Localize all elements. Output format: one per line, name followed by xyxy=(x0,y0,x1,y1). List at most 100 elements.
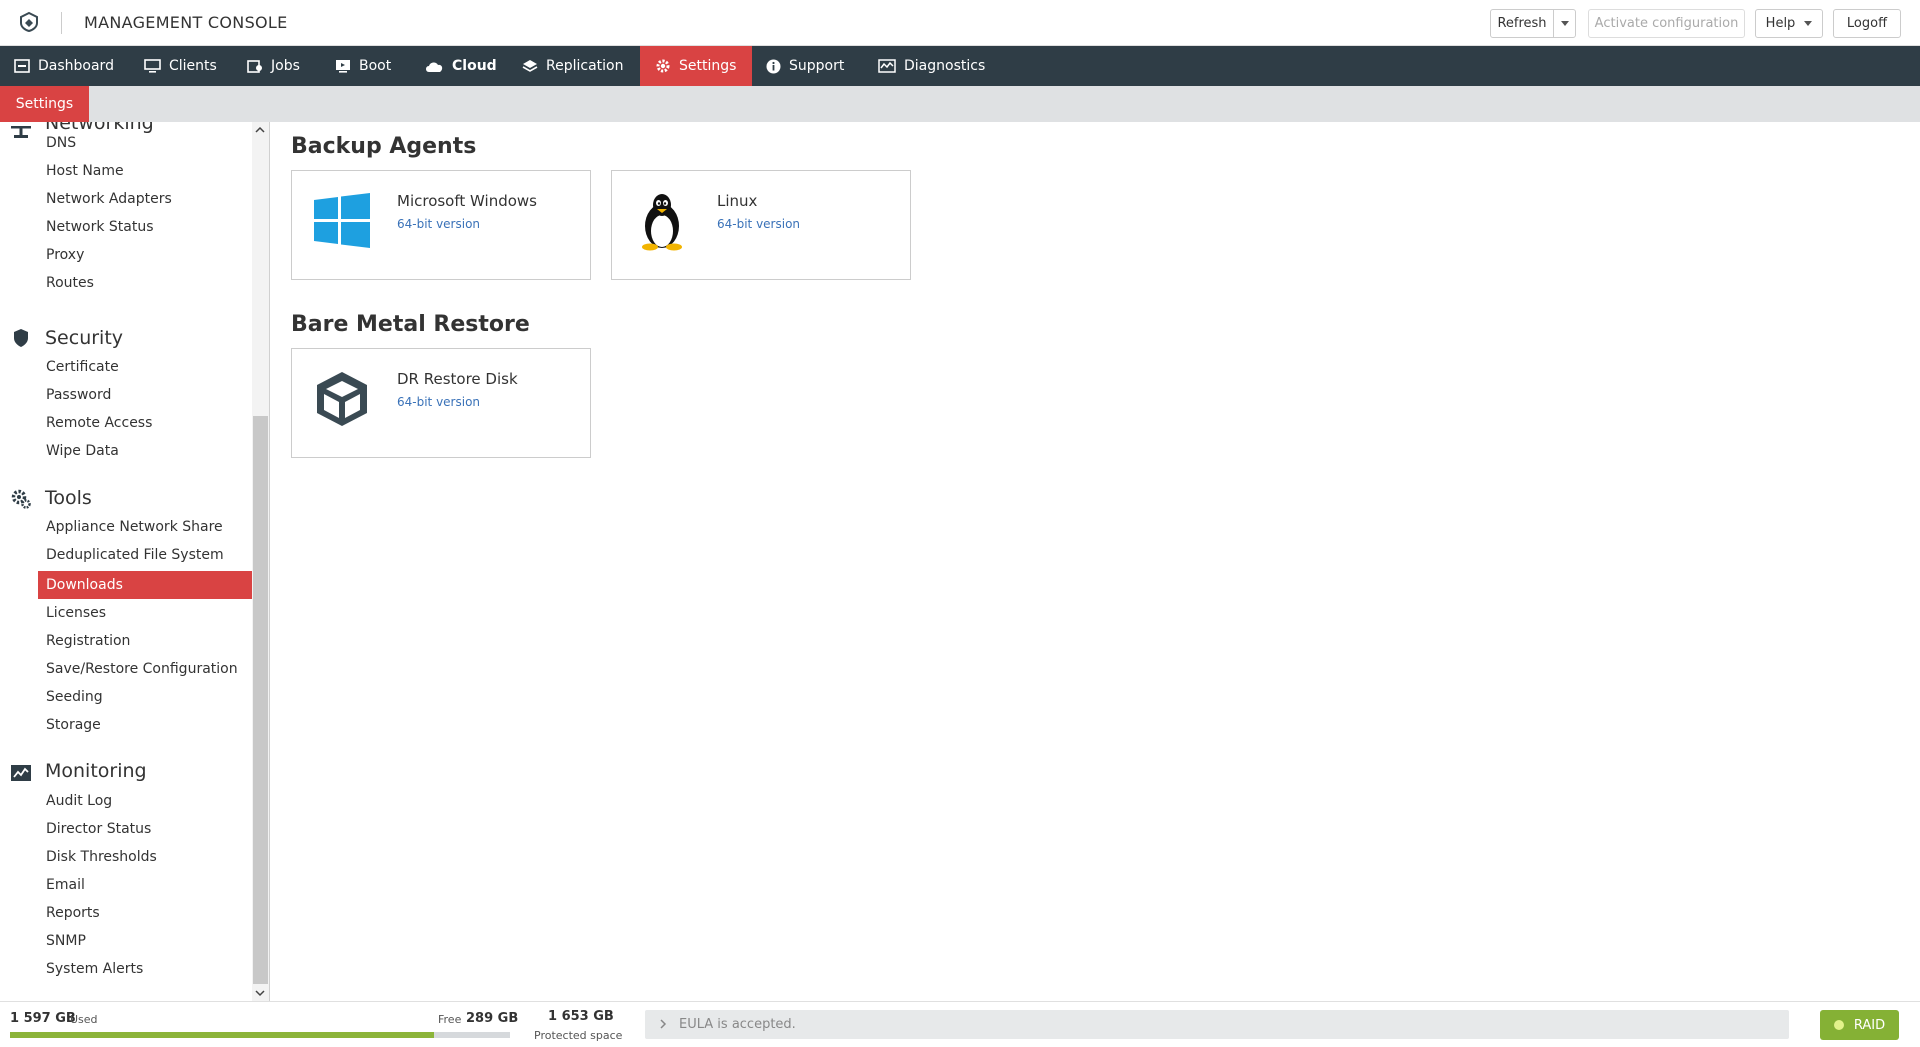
chevron-down-icon xyxy=(1560,21,1569,26)
eula-status-bar[interactable]: EULA is accepted. xyxy=(645,1010,1789,1039)
monitoring-chart-icon xyxy=(11,765,31,781)
sidebar-item-reports[interactable]: Reports xyxy=(38,899,253,927)
section-title-monitoring: Monitoring xyxy=(45,760,147,782)
status-dot-icon xyxy=(1833,1020,1844,1030)
sidebar-item-seeding[interactable]: Seeding xyxy=(38,683,253,711)
nav-label: Replication xyxy=(546,58,624,74)
settings-sidebar: Networking DNS Host Name Network Adapter… xyxy=(0,122,270,1001)
logo-separator xyxy=(61,12,62,34)
sidebar-item-host-name[interactable]: Host Name xyxy=(38,157,253,185)
dashboard-icon xyxy=(14,59,30,73)
sidebar-item-network-adapters[interactable]: Network Adapters xyxy=(38,185,253,213)
sidebar-item-system-alerts[interactable]: System Alerts xyxy=(38,955,253,983)
raid-label: RAID xyxy=(1853,1017,1886,1033)
activate-configuration-button[interactable]: Activate configuration xyxy=(1588,9,1745,38)
sidebar-item-proxy[interactable]: Proxy xyxy=(38,241,253,269)
nav-replication[interactable]: Replication xyxy=(508,46,636,86)
cloud-icon xyxy=(426,61,443,72)
network-icon xyxy=(11,126,31,138)
sidebar-item-appliance-network-share[interactable]: Appliance Network Share xyxy=(38,513,253,541)
info-icon xyxy=(766,59,781,73)
card-title: DR Restore Disk xyxy=(397,370,518,388)
chevron-down-icon xyxy=(1804,21,1813,26)
sidebar-item-email[interactable]: Email xyxy=(38,871,253,899)
diagnostics-icon xyxy=(878,59,896,73)
box-icon xyxy=(317,372,367,426)
nav-label: Dashboard xyxy=(38,58,114,74)
scroll-down-icon[interactable] xyxy=(255,988,265,998)
section-title-security: Security xyxy=(45,327,124,349)
monitor-icon xyxy=(144,59,161,73)
nav-dashboard[interactable]: Dashboard xyxy=(0,46,126,86)
status-footer: 1 597 GB Used Free 289 GB 1 653 GB Prote… xyxy=(0,1001,1920,1047)
refresh-dropdown-button[interactable] xyxy=(1553,9,1576,38)
sidebar-item-director-status[interactable]: Director Status xyxy=(38,815,253,843)
sidebar-item-licenses[interactable]: Licenses xyxy=(38,599,253,627)
app-logo-icon xyxy=(20,11,38,33)
gear-icon xyxy=(656,59,670,73)
heading-bare-metal-restore: Bare Metal Restore xyxy=(291,312,530,337)
nav-settings[interactable]: Settings xyxy=(640,46,752,86)
download-card-dr-restore-disk[interactable]: DR Restore Disk 64-bit version xyxy=(291,348,591,458)
shield-icon xyxy=(14,329,28,347)
sidebar-item-registration[interactable]: Registration xyxy=(38,627,253,655)
main-nav: Dashboard Clients Jobs Boot Cloud Replic… xyxy=(0,46,1920,86)
eula-text: EULA is accepted. xyxy=(679,1017,796,1032)
sidebar-item-password[interactable]: Password xyxy=(38,381,253,409)
nav-label: Clients xyxy=(169,58,217,74)
tools-gear-icon xyxy=(11,489,31,509)
nav-label: Boot xyxy=(359,58,392,74)
nav-clients[interactable]: Clients xyxy=(130,46,230,86)
refresh-button[interactable]: Refresh xyxy=(1490,9,1554,38)
nav-diagnostics[interactable]: Diagnostics xyxy=(864,46,994,86)
nav-label: Jobs xyxy=(271,58,300,74)
sidebar-item-routes[interactable]: Routes xyxy=(38,269,253,297)
sidebar-item-certificate[interactable]: Certificate xyxy=(38,353,253,381)
download-card-windows[interactable]: Microsoft Windows 64-bit version xyxy=(291,170,591,280)
raid-status-button[interactable]: RAID xyxy=(1820,1010,1899,1040)
heading-backup-agents: Backup Agents xyxy=(291,134,477,159)
downloads-panel: Backup Agents Microsoft Windows 64-bit v… xyxy=(271,122,1920,1001)
nav-jobs[interactable]: Jobs xyxy=(233,46,318,86)
sidebar-item-save-restore-configuration[interactable]: Save/Restore Configuration xyxy=(38,655,253,683)
sidebar-item-disk-thresholds[interactable]: Disk Thresholds xyxy=(38,843,253,871)
app-title: MANAGEMENT CONSOLE xyxy=(84,13,288,32)
download-link[interactable]: 64-bit version xyxy=(397,217,480,231)
sidebar-item-remote-access[interactable]: Remote Access xyxy=(38,409,253,437)
storage-usage-fill xyxy=(10,1032,434,1038)
boot-icon xyxy=(336,60,350,73)
download-link[interactable]: 64-bit version xyxy=(397,395,480,409)
download-link[interactable]: 64-bit version xyxy=(717,217,800,231)
scroll-up-icon[interactable] xyxy=(255,125,265,135)
sidebar-item-snmp[interactable]: SNMP xyxy=(38,927,253,955)
sidebar-item-wipe-data[interactable]: Wipe Data xyxy=(38,437,253,465)
help-button[interactable]: Help xyxy=(1755,9,1823,38)
nav-support[interactable]: Support xyxy=(752,46,862,86)
nav-label: Support xyxy=(789,58,845,74)
download-card-linux[interactable]: Linux 64-bit version xyxy=(611,170,911,280)
sidebar-scrollbar-thumb[interactable] xyxy=(253,416,268,984)
card-title: Microsoft Windows xyxy=(397,192,537,210)
sidebar-item-audit-log[interactable]: Audit Log xyxy=(38,787,253,815)
sidebar-item-storage[interactable]: Storage xyxy=(38,711,253,739)
top-header: MANAGEMENT CONSOLE Refresh Activate conf… xyxy=(0,0,1920,46)
sub-toolbar: Settings xyxy=(0,86,1920,122)
help-label: Help xyxy=(1765,16,1796,31)
used-space-label: Used xyxy=(70,1013,98,1026)
nav-label: Cloud xyxy=(452,58,497,74)
linux-penguin-icon xyxy=(642,194,682,251)
sidebar-item-network-status[interactable]: Network Status xyxy=(38,213,253,241)
section-title-tools: Tools xyxy=(45,487,92,509)
card-title: Linux xyxy=(717,192,758,210)
nav-boot[interactable]: Boot xyxy=(321,46,406,86)
protected-space-value: 1 653 GB xyxy=(548,1009,614,1024)
tab-settings[interactable]: Settings xyxy=(0,86,89,122)
nav-label: Settings xyxy=(679,58,737,74)
chevron-right-icon xyxy=(660,1019,667,1029)
sidebar-item-dns[interactable]: DNS xyxy=(38,129,253,157)
nav-cloud[interactable]: Cloud xyxy=(410,46,505,86)
storage-usage-bar xyxy=(10,1032,510,1038)
sidebar-item-downloads[interactable]: Downloads xyxy=(38,571,253,599)
logoff-button[interactable]: Logoff xyxy=(1833,9,1901,38)
sidebar-item-deduplicated-file-system[interactable]: Deduplicated File System xyxy=(38,541,253,569)
